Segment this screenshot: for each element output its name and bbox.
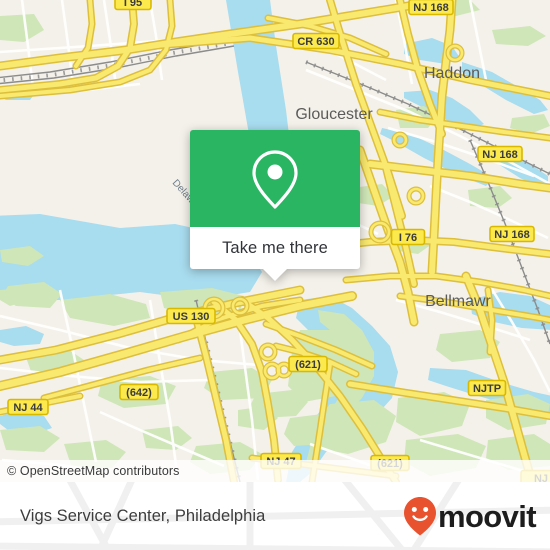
road-shield: US 130 bbox=[166, 307, 216, 325]
moovit-logo[interactable]: moovit bbox=[403, 496, 537, 536]
road-shield-label: I 95 bbox=[124, 0, 142, 9]
road-shield: NJ 168 bbox=[408, 0, 454, 16]
road-shield-label: (621) bbox=[295, 359, 321, 371]
road-shield-label: NJ 44 bbox=[13, 402, 43, 414]
road-shield: NJ 44 bbox=[7, 398, 49, 416]
road-shield-label: US 130 bbox=[173, 311, 210, 323]
road-shield-label: (642) bbox=[126, 387, 152, 399]
road-shield: NJTP bbox=[467, 379, 507, 397]
road-shield-label: I 76 bbox=[399, 232, 417, 244]
page-footer: Vigs Service Center, Philadelphia moovit bbox=[0, 482, 550, 550]
road-shield: NJ 168 bbox=[477, 145, 523, 163]
road-shield: I 76 bbox=[390, 228, 426, 246]
popup-image-panel bbox=[190, 130, 360, 227]
map-pin-icon bbox=[252, 149, 298, 209]
road-shield-label: NJ 168 bbox=[494, 229, 529, 241]
road-shield-label: NJ 168 bbox=[413, 2, 448, 14]
road-shield-label: NJTP bbox=[473, 383, 501, 395]
road-shield-label: NJ 168 bbox=[482, 149, 517, 161]
road-shield: CR 630 bbox=[292, 32, 340, 50]
moovit-pin-smiley-icon bbox=[403, 497, 436, 536]
road-shield-label: CR 630 bbox=[297, 36, 334, 48]
place-label: Gloucester bbox=[295, 106, 373, 123]
take-me-there-label: Take me there bbox=[222, 238, 328, 257]
map-attribution: © OpenStreetMap contributors bbox=[0, 460, 550, 482]
popup-cta-panel[interactable]: Take me there bbox=[190, 227, 360, 281]
destination-popup-card[interactable]: Take me there bbox=[190, 130, 360, 281]
attribution-text: © OpenStreetMap contributors bbox=[7, 464, 180, 478]
road-shield: I 95 bbox=[114, 0, 152, 11]
place-label: Bellmawr bbox=[425, 293, 491, 310]
moovit-wordmark: moovit bbox=[437, 498, 537, 534]
road-shield: (621) bbox=[288, 355, 328, 373]
place-label: Haddon bbox=[424, 65, 480, 82]
popup-tail bbox=[262, 268, 288, 281]
road-shield: (642) bbox=[119, 383, 159, 401]
road-shield: NJ 168 bbox=[489, 225, 535, 243]
moovit-map-page: Haddon Gloucester Bellmawr Delaware I 95 NJ… bbox=[0, 0, 550, 550]
footer-place-title: Vigs Service Center, Philadelphia bbox=[20, 506, 266, 525]
